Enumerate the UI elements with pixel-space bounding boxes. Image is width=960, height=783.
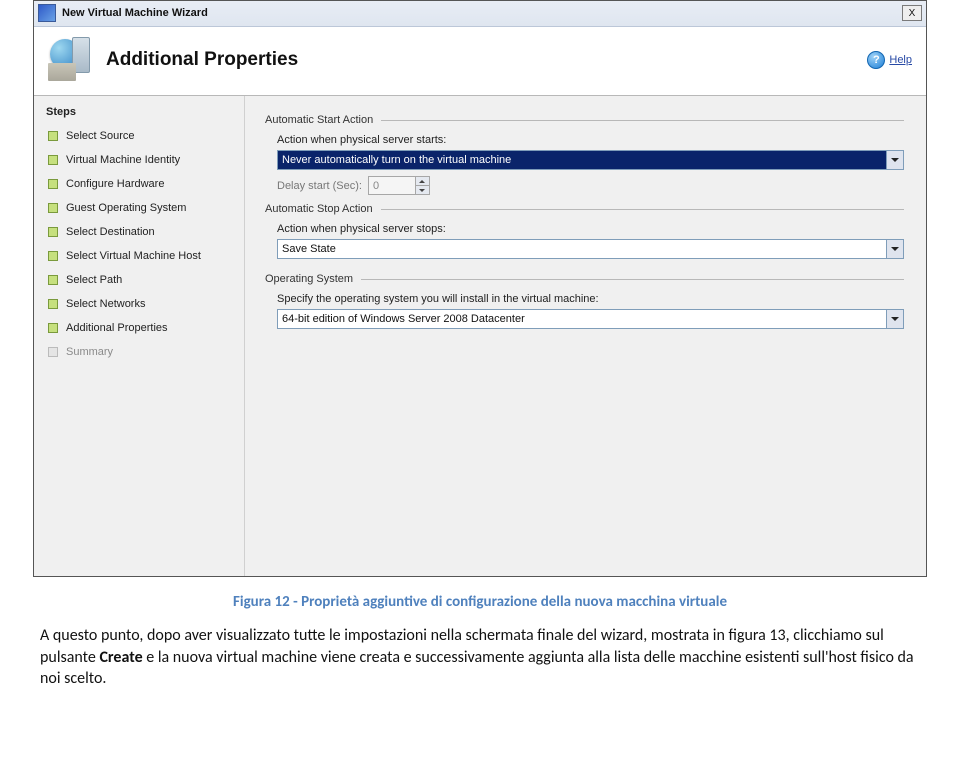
divider <box>381 209 904 210</box>
step-label: Guest Operating System <box>66 202 186 214</box>
stop-action-value: Save State <box>278 240 886 258</box>
step-bullet-icon <box>48 131 58 141</box>
step-bullet-icon <box>48 299 58 309</box>
main-panel: Automatic Start Action Action when physi… <box>245 96 926 576</box>
step-label: Select Destination <box>66 226 155 238</box>
label-start-action: Action when physical server starts: <box>277 134 904 146</box>
step-select-path[interactable]: Select Path <box>46 268 236 292</box>
step-bullet-icon <box>48 203 58 213</box>
label-os: Specify the operating system you will in… <box>277 293 904 305</box>
spin-up-button[interactable] <box>415 177 429 185</box>
step-bullet-icon <box>48 179 58 189</box>
wizard-icon <box>46 37 92 83</box>
step-bullet-icon <box>48 275 58 285</box>
step-label: Select Source <box>66 130 134 142</box>
close-button[interactable]: X <box>902 5 922 21</box>
start-action-value: Never automatically turn on the virtual … <box>278 151 886 169</box>
desc-bold: Create <box>99 648 142 667</box>
label-delay: Delay start (Sec): <box>277 180 362 192</box>
step-label: Virtual Machine Identity <box>66 154 180 166</box>
step-label: Configure Hardware <box>66 178 164 190</box>
step-select-networks[interactable]: Select Networks <box>46 292 236 316</box>
close-icon: X <box>909 8 916 19</box>
page-title: Additional Properties <box>106 49 298 71</box>
app-icon <box>38 4 56 22</box>
dropdown-arrow-icon[interactable] <box>886 310 903 328</box>
step-label: Select Networks <box>66 298 145 310</box>
step-configure-hardware[interactable]: Configure Hardware <box>46 172 236 196</box>
group-title: Operating System <box>265 273 353 285</box>
banner: Additional Properties ? Help <box>34 27 926 96</box>
step-vm-identity[interactable]: Virtual Machine Identity <box>46 148 236 172</box>
step-bullet-icon <box>48 155 58 165</box>
step-label: Additional Properties <box>66 322 168 334</box>
label-stop-action: Action when physical server stops: <box>277 223 904 235</box>
window-title: New Virtual Machine Wizard <box>62 7 208 19</box>
steps-sidebar: Steps Select Source Virtual Machine Iden… <box>34 96 245 576</box>
figure-description: A questo punto, dopo aver visualizzato t… <box>40 625 920 690</box>
group-auto-stop: Automatic Stop Action <box>265 203 904 215</box>
os-value: 64-bit edition of Windows Server 2008 Da… <box>278 310 886 328</box>
step-label: Select Virtual Machine Host <box>66 250 201 262</box>
delay-spinner[interactable] <box>368 176 430 195</box>
divider <box>361 279 904 280</box>
group-title: Automatic Stop Action <box>265 203 373 215</box>
delay-row: Delay start (Sec): <box>277 176 904 195</box>
step-label: Summary <box>66 346 113 358</box>
step-select-host[interactable]: Select Virtual Machine Host <box>46 244 236 268</box>
step-guest-os[interactable]: Guest Operating System <box>46 196 236 220</box>
dropdown-arrow-icon[interactable] <box>886 151 903 169</box>
step-label: Select Path <box>66 274 122 286</box>
start-action-select[interactable]: Never automatically turn on the virtual … <box>277 150 904 170</box>
step-bullet-icon <box>48 323 58 333</box>
stop-action-select[interactable]: Save State <box>277 239 904 259</box>
titlebar: New Virtual Machine Wizard X <box>34 1 926 27</box>
group-title: Automatic Start Action <box>265 114 373 126</box>
step-select-source[interactable]: Select Source <box>46 124 236 148</box>
help-icon[interactable]: ? <box>867 51 885 69</box>
step-additional-properties[interactable]: Additional Properties <box>46 316 236 340</box>
step-bullet-icon <box>48 251 58 261</box>
help-link[interactable]: Help <box>889 54 912 66</box>
desc-post: e la nuova virtual machine viene creata … <box>40 648 914 689</box>
os-select[interactable]: 64-bit edition of Windows Server 2008 Da… <box>277 309 904 329</box>
dropdown-arrow-icon[interactable] <box>886 240 903 258</box>
figure-caption: Figura 12 - Proprietà aggiuntive di conf… <box>40 593 920 611</box>
divider <box>381 120 904 121</box>
step-summary: Summary <box>46 340 236 364</box>
step-bullet-icon <box>48 347 58 357</box>
group-os: Operating System <box>265 273 904 285</box>
steps-header: Steps <box>46 106 236 124</box>
wizard-window: New Virtual Machine Wizard X Additional … <box>33 0 927 577</box>
step-bullet-icon <box>48 227 58 237</box>
group-auto-start: Automatic Start Action <box>265 114 904 126</box>
delay-input[interactable] <box>369 177 415 194</box>
spin-down-button[interactable] <box>415 185 429 194</box>
step-select-destination[interactable]: Select Destination <box>46 220 236 244</box>
